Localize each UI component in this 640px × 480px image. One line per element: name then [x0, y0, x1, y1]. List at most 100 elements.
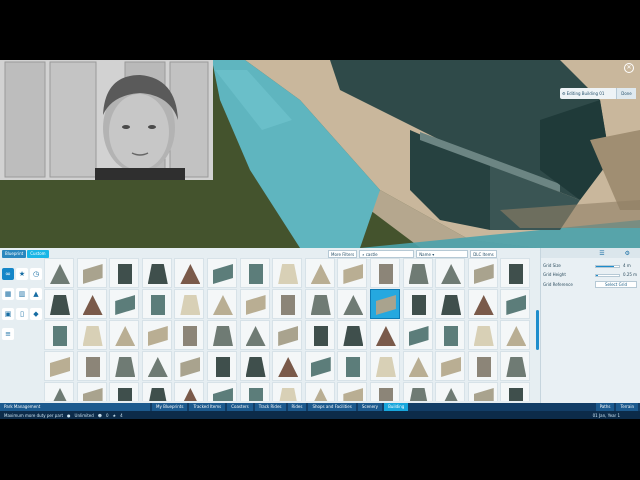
item-thumbnail[interactable] [174, 258, 205, 288]
item-thumbnail[interactable] [337, 382, 368, 401]
item-thumbnail[interactable] [402, 320, 433, 350]
item-thumbnail[interactable] [304, 351, 335, 381]
item-thumbnail[interactable] [272, 382, 303, 401]
item-thumbnail[interactable] [402, 289, 433, 319]
item-thumbnail[interactable] [76, 289, 107, 319]
item-thumbnail[interactable] [44, 289, 74, 319]
item-thumbnail[interactable] [435, 258, 466, 288]
item-thumbnail[interactable] [467, 351, 498, 381]
paths-button[interactable]: Paths [595, 403, 615, 411]
item-thumbnail[interactable] [402, 258, 433, 288]
star-icon[interactable]: ★ [16, 268, 28, 280]
window-icon[interactable]: ▣ [2, 308, 14, 320]
shops-facilities-button[interactable]: Shops and Facilities [308, 403, 356, 411]
grid-height-slider[interactable] [595, 274, 620, 277]
item-thumbnail[interactable] [272, 258, 303, 288]
item-thumbnail[interactable] [272, 320, 303, 350]
list-icon[interactable]: ☰ [599, 250, 604, 257]
list-icon[interactable]: ≡ [2, 328, 14, 340]
scenery-button[interactable]: Scenery [357, 403, 383, 411]
item-thumbnail[interactable] [44, 258, 74, 288]
item-thumbnail[interactable] [500, 289, 531, 319]
item-thumbnail[interactable] [467, 320, 498, 350]
item-thumbnail[interactable] [369, 258, 400, 288]
my-blueprints-button[interactable]: My Blueprints [152, 403, 188, 411]
item-thumbnail[interactable] [141, 258, 172, 288]
item-thumbnail[interactable] [141, 289, 172, 319]
item-thumbnail[interactable] [206, 289, 237, 319]
item-thumbnail[interactable] [337, 289, 368, 319]
item-thumbnail[interactable] [467, 258, 498, 288]
item-thumbnail[interactable] [402, 351, 433, 381]
item-thumbnail[interactable] [141, 320, 172, 350]
item-thumbnail[interactable] [206, 351, 237, 381]
grid-size-slider[interactable] [595, 265, 620, 268]
sort-select[interactable]: Name ▾ [416, 250, 469, 258]
tab-custom[interactable]: Custom [27, 250, 49, 258]
close-icon[interactable]: ✕ [624, 63, 634, 73]
item-thumbnail[interactable] [304, 382, 335, 401]
item-thumbnail[interactable] [435, 320, 466, 350]
dlc-items-toggle[interactable]: DLC Items [470, 250, 497, 258]
item-thumbnail[interactable] [109, 320, 140, 350]
item-thumbnail[interactable] [239, 258, 270, 288]
track-rides-button[interactable]: Track Rides [254, 403, 286, 411]
rides-button[interactable]: Rides [287, 403, 307, 411]
item-thumbnail[interactable] [337, 351, 368, 381]
item-thumbnail[interactable] [44, 382, 74, 401]
item-thumbnail[interactable] [337, 258, 368, 288]
item-thumbnail[interactable] [467, 289, 498, 319]
item-thumbnail[interactable] [44, 351, 74, 381]
done-button[interactable]: Done [616, 88, 636, 99]
item-thumbnail[interactable] [76, 258, 107, 288]
select-grid-button[interactable]: Select Grid [595, 281, 637, 288]
item-thumbnail[interactable] [272, 351, 303, 381]
item-thumbnail[interactable] [239, 351, 270, 381]
gear-icon[interactable]: ⚙ [625, 250, 630, 257]
item-thumbnail[interactable] [174, 289, 205, 319]
item-thumbnail[interactable] [141, 351, 172, 381]
grid-scrollbar[interactable] [536, 310, 539, 350]
item-thumbnail[interactable] [272, 289, 303, 319]
item-thumbnail[interactable] [369, 320, 400, 350]
clock-icon[interactable]: ◷ [30, 268, 42, 280]
item-thumbnail[interactable] [402, 382, 433, 401]
item-thumbnail[interactable] [109, 289, 140, 319]
item-thumbnail[interactable] [369, 289, 400, 319]
item-thumbnail[interactable] [206, 320, 237, 350]
park-management-button[interactable]: Park Management [0, 403, 150, 411]
item-thumbnail[interactable] [109, 258, 140, 288]
item-thumbnail[interactable] [337, 320, 368, 350]
infinity-icon[interactable]: ∞ [2, 268, 14, 280]
item-thumbnail[interactable] [369, 351, 400, 381]
terrain-button[interactable]: Terrain [616, 403, 638, 411]
item-thumbnail[interactable] [174, 351, 205, 381]
wall-icon[interactable]: ▥ [16, 288, 28, 300]
door-icon[interactable]: ▯ [16, 308, 28, 320]
item-thumbnail[interactable] [206, 382, 237, 401]
item-thumbnail[interactable] [500, 382, 531, 401]
item-thumbnail[interactable] [109, 351, 140, 381]
item-thumbnail[interactable] [304, 320, 335, 350]
coasters-button[interactable]: Coasters [227, 403, 253, 411]
building-icon[interactable]: ▦ [2, 288, 14, 300]
item-thumbnail[interactable] [304, 289, 335, 319]
item-thumbnail[interactable] [76, 351, 107, 381]
search-input[interactable]: ⌕ castle [359, 250, 415, 258]
item-thumbnail[interactable] [239, 382, 270, 401]
item-thumbnail[interactable] [239, 289, 270, 319]
item-thumbnail[interactable] [206, 258, 237, 288]
item-thumbnail[interactable] [435, 289, 466, 319]
tab-blueprint[interactable]: Blueprint [2, 250, 27, 258]
item-thumbnail[interactable] [500, 320, 531, 350]
roof-icon[interactable]: ▲ [30, 288, 42, 300]
item-thumbnail[interactable] [369, 382, 400, 401]
item-thumbnail[interactable] [109, 382, 140, 401]
more-filters-button[interactable]: More Filters [328, 250, 358, 258]
item-thumbnail[interactable] [435, 382, 466, 401]
item-thumbnail[interactable] [435, 351, 466, 381]
building-button[interactable]: Building [384, 403, 409, 411]
item-thumbnail[interactable] [239, 320, 270, 350]
item-thumbnail[interactable] [304, 258, 335, 288]
item-thumbnail[interactable] [174, 320, 205, 350]
